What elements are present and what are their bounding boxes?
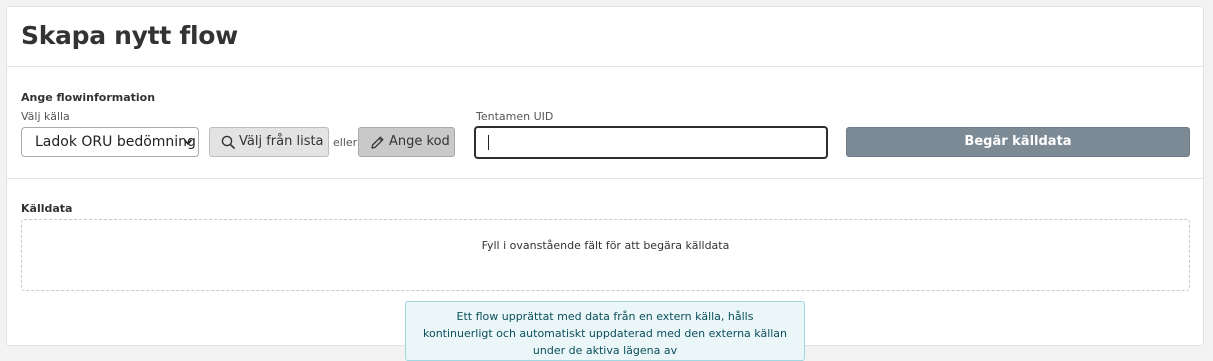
info-callout-text: Ett flow upprättat med data från en exte… [422, 310, 788, 357]
source-data-placeholder: Fyll i ovanstående fält för att begära k… [21, 219, 1190, 291]
create-flow-card: Skapa nytt flow Ange flowinformation Väl… [6, 6, 1204, 361]
uid-label: Tentamen UID [476, 110, 554, 123]
or-label: eller [333, 136, 358, 149]
search-icon [221, 135, 236, 150]
source-data-empty-message: Fyll i ovanstående fält för att begära k… [481, 239, 730, 252]
enter-code-label: Ange kod [389, 134, 450, 149]
choose-from-list-button[interactable]: Välj från lista [209, 127, 329, 157]
page-title: Skapa nytt flow [21, 21, 238, 50]
info-callout: Ett flow upprättat med data från en exte… [405, 301, 805, 361]
flowinfo-section: Ange flowinformation Välj källa Ladok OR… [7, 67, 1203, 179]
source-data-label: Källdata [21, 202, 73, 215]
chevron-down-icon [184, 139, 192, 145]
choose-from-list-label: Välj från lista [239, 134, 324, 149]
pencil-icon [371, 136, 384, 149]
source-select-value: Ladok ORU bedömning [35, 134, 196, 150]
text-caret [488, 135, 489, 150]
source-select[interactable]: Ladok ORU bedömning [21, 127, 199, 157]
source-label: Välj källa [21, 110, 70, 123]
request-source-data-button[interactable]: Begär källdata [846, 127, 1190, 157]
uid-input[interactable] [474, 126, 828, 159]
card-header: Skapa nytt flow [7, 7, 1203, 67]
flowinfo-section-label: Ange flowinformation [21, 91, 156, 104]
enter-code-button[interactable]: Ange kod [358, 127, 455, 157]
